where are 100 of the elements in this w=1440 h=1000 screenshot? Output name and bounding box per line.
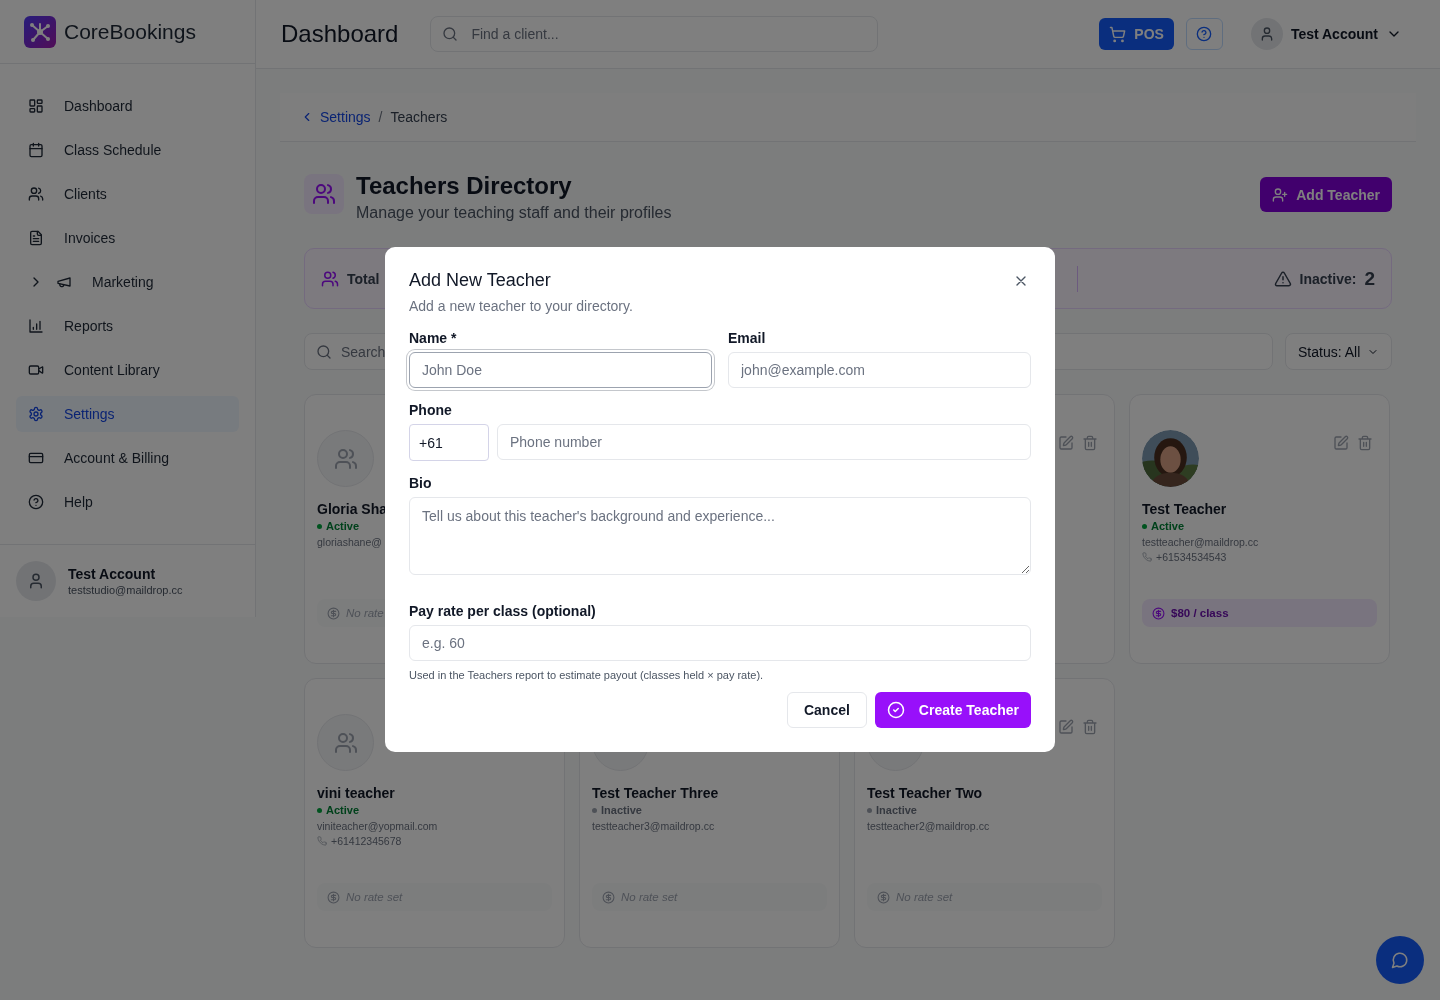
status-label: Active (326, 804, 360, 816)
search-field[interactable]: Find a client... (430, 16, 879, 52)
create-teacher-button[interactable]: Create Teacher (874, 692, 1031, 728)
delete-button[interactable] (1357, 435, 1373, 451)
sidebar-item[interactable]: Settings (16, 396, 239, 432)
sidebar-item[interactable]: Invoices (16, 220, 239, 256)
status-dropdown[interactable]: Status: All (1285, 333, 1392, 370)
cart-icon (1109, 25, 1127, 43)
sidebar-item[interactable]: Dashboard (16, 88, 239, 124)
dialog-subtitle: Add a new teacher to your directory. (409, 298, 633, 314)
help-icon (1196, 26, 1213, 42)
phone-icon (1142, 552, 1152, 562)
teacher-email: gloriashane@ (317, 536, 382, 548)
dollar-icon (327, 606, 340, 620)
user-icon (27, 572, 45, 590)
breadcrumb-link[interactable]: Settings (300, 109, 371, 125)
help-icon (28, 494, 44, 510)
chat-button[interactable] (1376, 936, 1424, 984)
sidebar-item[interactable]: Clients (16, 176, 239, 212)
dollar-icon (327, 890, 340, 904)
dashboard-icon (28, 98, 44, 114)
edit-button[interactable] (1058, 435, 1074, 451)
trash-icon (1357, 435, 1373, 451)
phone-field[interactable]: Phone number (497, 424, 1031, 460)
sidebar-item[interactable]: Marketing (16, 264, 239, 300)
name-field[interactable]: John Doe (409, 352, 712, 388)
cancel-button[interactable]: Cancel (786, 692, 867, 728)
teacher-name: vini teacher (317, 785, 395, 801)
edit-button[interactable] (1058, 719, 1074, 735)
video-camera-icon (28, 362, 44, 378)
page-title: Dashboard (281, 20, 399, 48)
field-label: Bio (409, 475, 433, 491)
dollar-icon (602, 890, 615, 904)
status-label: Active (1151, 520, 1185, 532)
users-icon (28, 186, 44, 202)
email-field[interactable]: john@example.com (728, 352, 1031, 388)
trash-icon (1082, 435, 1098, 451)
calendar-icon (28, 142, 44, 158)
sidebar-item[interactable]: Content Library (16, 352, 239, 388)
teacher-email: testteacher2@maildrop.cc (867, 820, 990, 832)
status-label: Inactive (876, 804, 917, 816)
settings-icon (28, 406, 44, 422)
stat-label: Inactive: (1299, 270, 1357, 287)
teacher-email: testteacher3@maildrop.cc (592, 820, 715, 832)
help-button[interactable] (1185, 18, 1223, 50)
rate-chip: $80 / class (1142, 599, 1377, 627)
delete-button[interactable] (1082, 719, 1098, 735)
teacher-name: Test Teacher Three (592, 785, 719, 801)
field-label: Email (728, 330, 767, 346)
teacher-name: Test Teacher Two (867, 785, 983, 801)
users-icon (321, 269, 339, 288)
teacher-name: Test Teacher (1142, 501, 1227, 517)
field-label: Name * (409, 330, 458, 346)
delete-button[interactable] (1082, 435, 1098, 451)
teacher-email: testteacher@maildrop.cc (1142, 536, 1259, 548)
sidebar-item[interactable]: Help (16, 484, 239, 520)
section-title: Teachers Directory (356, 172, 573, 200)
sidebar-item[interactable]: Account & Billing (16, 440, 239, 476)
chat-bubble-icon (1391, 951, 1409, 969)
edit-icon (1058, 435, 1074, 451)
users-icon (333, 446, 358, 471)
stat-label: Total (347, 270, 380, 287)
brand-name: CoreBookings (64, 19, 196, 44)
field-hint: Used in the Teachers report to estimate payout (classes held × pay rate). (409, 669, 765, 681)
edit-button[interactable] (1333, 435, 1349, 451)
credit-card-icon (28, 450, 44, 466)
teacher-phone: +61534534543 (1156, 551, 1227, 563)
bar-chart-icon (28, 318, 44, 334)
country-code-field[interactable]: +61 (409, 424, 489, 461)
dialog-title: Add New Teacher (409, 270, 551, 291)
user-plus-icon (1272, 186, 1289, 203)
trash-icon (1082, 719, 1098, 735)
section-subtitle: Manage your teaching staff and their profiles (356, 204, 672, 222)
users-icon (333, 730, 358, 755)
status-label: Inactive (601, 804, 642, 816)
account-name: Test Account (68, 566, 157, 582)
teacher-phone: +61412345678 (331, 835, 402, 847)
dollar-icon (1152, 606, 1165, 620)
breadcrumb-separator: / (378, 109, 383, 125)
edit-icon (1333, 435, 1349, 451)
bio-field[interactable]: Tell us about this teacher's background and experience... (409, 497, 1031, 575)
stat-value: 2 (1364, 267, 1375, 290)
search-icon (316, 343, 332, 360)
field-label: Phone (409, 402, 453, 418)
teacher-email: viniteacher@yopmail.com (317, 820, 438, 832)
edit-icon (1058, 719, 1074, 735)
pay-rate-field[interactable]: e.g. 60 (409, 625, 1031, 661)
phone-icon (317, 836, 327, 846)
pos-button[interactable]: POS (1099, 18, 1174, 50)
check-circle-icon (886, 701, 905, 719)
sidebar-item[interactable]: Class Schedule (16, 132, 239, 168)
account-email: teststudio@maildrop.cc (68, 584, 183, 596)
warning-icon (1273, 269, 1292, 288)
dollar-icon (877, 890, 890, 904)
logo-icon (24, 15, 56, 48)
add-teacher-button[interactable]: Add Teacher (1260, 177, 1392, 212)
document-icon (28, 230, 44, 246)
account-menu[interactable]: Test Account (1244, 17, 1408, 51)
breadcrumb-current: Teachers (390, 109, 448, 125)
sidebar-item[interactable]: Reports (16, 308, 239, 344)
